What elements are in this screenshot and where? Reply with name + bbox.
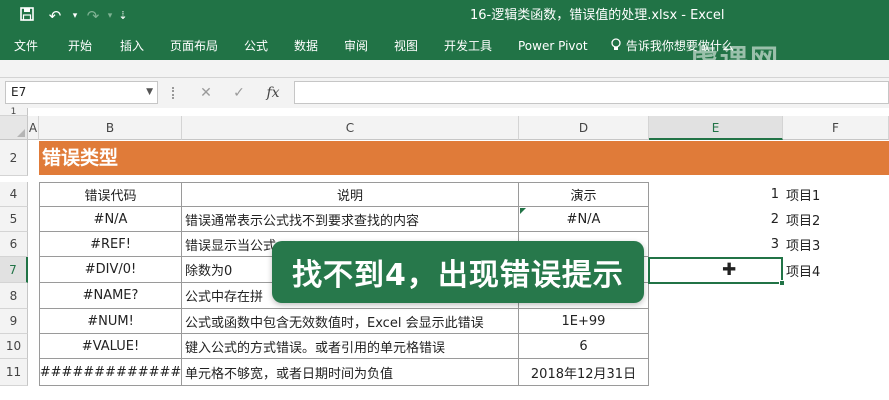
cell-description[interactable]: 单元格不够宽，或者日期时间为负值	[182, 359, 519, 386]
enter-icon[interactable]: ✓	[228, 83, 250, 103]
row-header-10[interactable]: 10	[0, 334, 28, 359]
section-banner: 错误类型	[39, 141, 889, 175]
cell-description[interactable]: 公式或函数中包含无效数值时，Excel 会显示此错误	[182, 309, 519, 334]
row-header-6[interactable]: 6	[0, 232, 28, 257]
banner-title: 错误类型	[42, 147, 119, 169]
save-icon[interactable]	[16, 6, 38, 26]
active-cell-e7[interactable]	[648, 257, 785, 286]
formula-bar-grip[interactable]	[172, 87, 175, 99]
tab-home[interactable]: 开始	[68, 38, 92, 54]
caption-text: 找不到4，出现错误提示	[292, 258, 624, 293]
row-header-8[interactable]: 8	[0, 283, 28, 309]
tab-insert[interactable]: 插入	[120, 38, 144, 54]
tab-power-pivot[interactable]: Power Pivot	[518, 38, 588, 54]
header-description[interactable]: 说明	[182, 182, 519, 207]
formula-input[interactable]	[294, 81, 889, 104]
header-error-code[interactable]: 错误代码	[39, 182, 182, 207]
title-bar: ↶ ▾ ↷ ▾ ⇣ 16-逻辑类函数，错误值的处理.xlsx - Excel	[0, 0, 889, 32]
excel-window: ↶ ▾ ↷ ▾ ⇣ 16-逻辑类函数，错误值的处理.xlsx - Excel 文…	[0, 0, 889, 400]
tab-review[interactable]: 审阅	[344, 38, 368, 54]
cell-error-code[interactable]: #NAME?	[39, 283, 182, 309]
ribbon-tabs: 文件 开始 插入 页面布局 公式 数据 审阅 视图 开发工具 Power Piv…	[0, 32, 889, 76]
name-box-dropdown-icon[interactable]: ▼	[146, 82, 153, 103]
cell-item[interactable]: 项目1	[783, 182, 889, 207]
row-header-2[interactable]: 2	[0, 140, 28, 176]
lightbulb-icon	[610, 38, 626, 53]
ribbon-body	[0, 60, 889, 78]
row-header-7[interactable]: 7	[0, 257, 28, 283]
cell-demo[interactable]: 2018年12月31日	[519, 359, 649, 386]
column-header-c[interactable]: C	[182, 116, 519, 140]
header-demo[interactable]: 演示	[519, 182, 649, 207]
cell-error-code[interactable]: #REF!	[39, 232, 182, 257]
insert-function-icon[interactable]: fx	[262, 83, 284, 103]
cell-demo[interactable]: 1E+99	[519, 309, 649, 334]
tab-developer[interactable]: 开发工具	[444, 38, 492, 54]
select-all-corner[interactable]	[0, 116, 28, 140]
worksheet-grid[interactable]: A B C D E F 1 2 4 5 6 7 8 9 10 11 错误类型 错…	[0, 107, 889, 400]
undo-icon[interactable]: ↶	[44, 6, 66, 26]
row-header-4[interactable]: 4	[0, 182, 28, 207]
window-title: 16-逻辑类函数，错误值的处理.xlsx - Excel	[470, 8, 725, 23]
row-header-11[interactable]: 11	[0, 359, 28, 386]
fill-handle[interactable]	[779, 280, 785, 286]
cell-number[interactable]: 3	[649, 232, 783, 257]
column-header-d[interactable]: D	[519, 116, 649, 140]
cell-cursor-icon: ✚	[722, 260, 737, 280]
caption-overlay: 找不到4，出现错误提示	[272, 241, 644, 303]
row-header-5[interactable]: 5	[0, 207, 28, 232]
cell-item[interactable]: 项目3	[783, 232, 889, 257]
tab-page-layout[interactable]: 页面布局	[170, 38, 218, 54]
tab-file[interactable]: 文件	[14, 38, 38, 54]
cell-demo[interactable]: 6	[519, 334, 649, 359]
cell-error-code[interactable]: #NUM!	[39, 309, 182, 334]
cell-description[interactable]: 错误通常表示公式找不到要求查找的内容	[182, 207, 519, 232]
cell-error-code[interactable]: #DIV/0!	[39, 257, 182, 283]
cell-item[interactable]: 项目4	[783, 257, 889, 283]
cell-error-code[interactable]: ###############	[39, 359, 182, 386]
name-box[interactable]: E7 ▼	[5, 81, 158, 104]
column-header-b[interactable]: B	[39, 116, 182, 140]
customize-qat-icon[interactable]: ⇣	[112, 6, 134, 26]
cell-error-code[interactable]: #N/A	[39, 207, 182, 232]
tab-formulas[interactable]: 公式	[244, 38, 268, 54]
column-header-a[interactable]: A	[28, 116, 39, 140]
cell-number[interactable]: 2	[649, 207, 783, 232]
tab-view[interactable]: 视图	[394, 38, 418, 54]
column-header-e[interactable]: E	[649, 116, 783, 140]
column-header-f[interactable]: F	[783, 116, 889, 140]
cell-demo[interactable]: #N/A	[519, 207, 649, 232]
cell-error-code[interactable]: #VALUE!	[39, 334, 182, 359]
cell-number[interactable]: 1	[649, 182, 783, 207]
cell-item[interactable]: 项目2	[783, 207, 889, 232]
row-header-1[interactable]: 1	[0, 107, 28, 117]
error-indicator-icon[interactable]	[520, 208, 526, 214]
formula-bar: E7 ▼ ✕ ✓ fx	[0, 78, 889, 108]
row-header-9[interactable]: 9	[0, 309, 28, 334]
cell-description[interactable]: 键入公式的方式错误。或者引用的单元格错误	[182, 334, 519, 359]
tab-data[interactable]: 数据	[294, 38, 318, 54]
cancel-icon[interactable]: ✕	[195, 83, 217, 103]
